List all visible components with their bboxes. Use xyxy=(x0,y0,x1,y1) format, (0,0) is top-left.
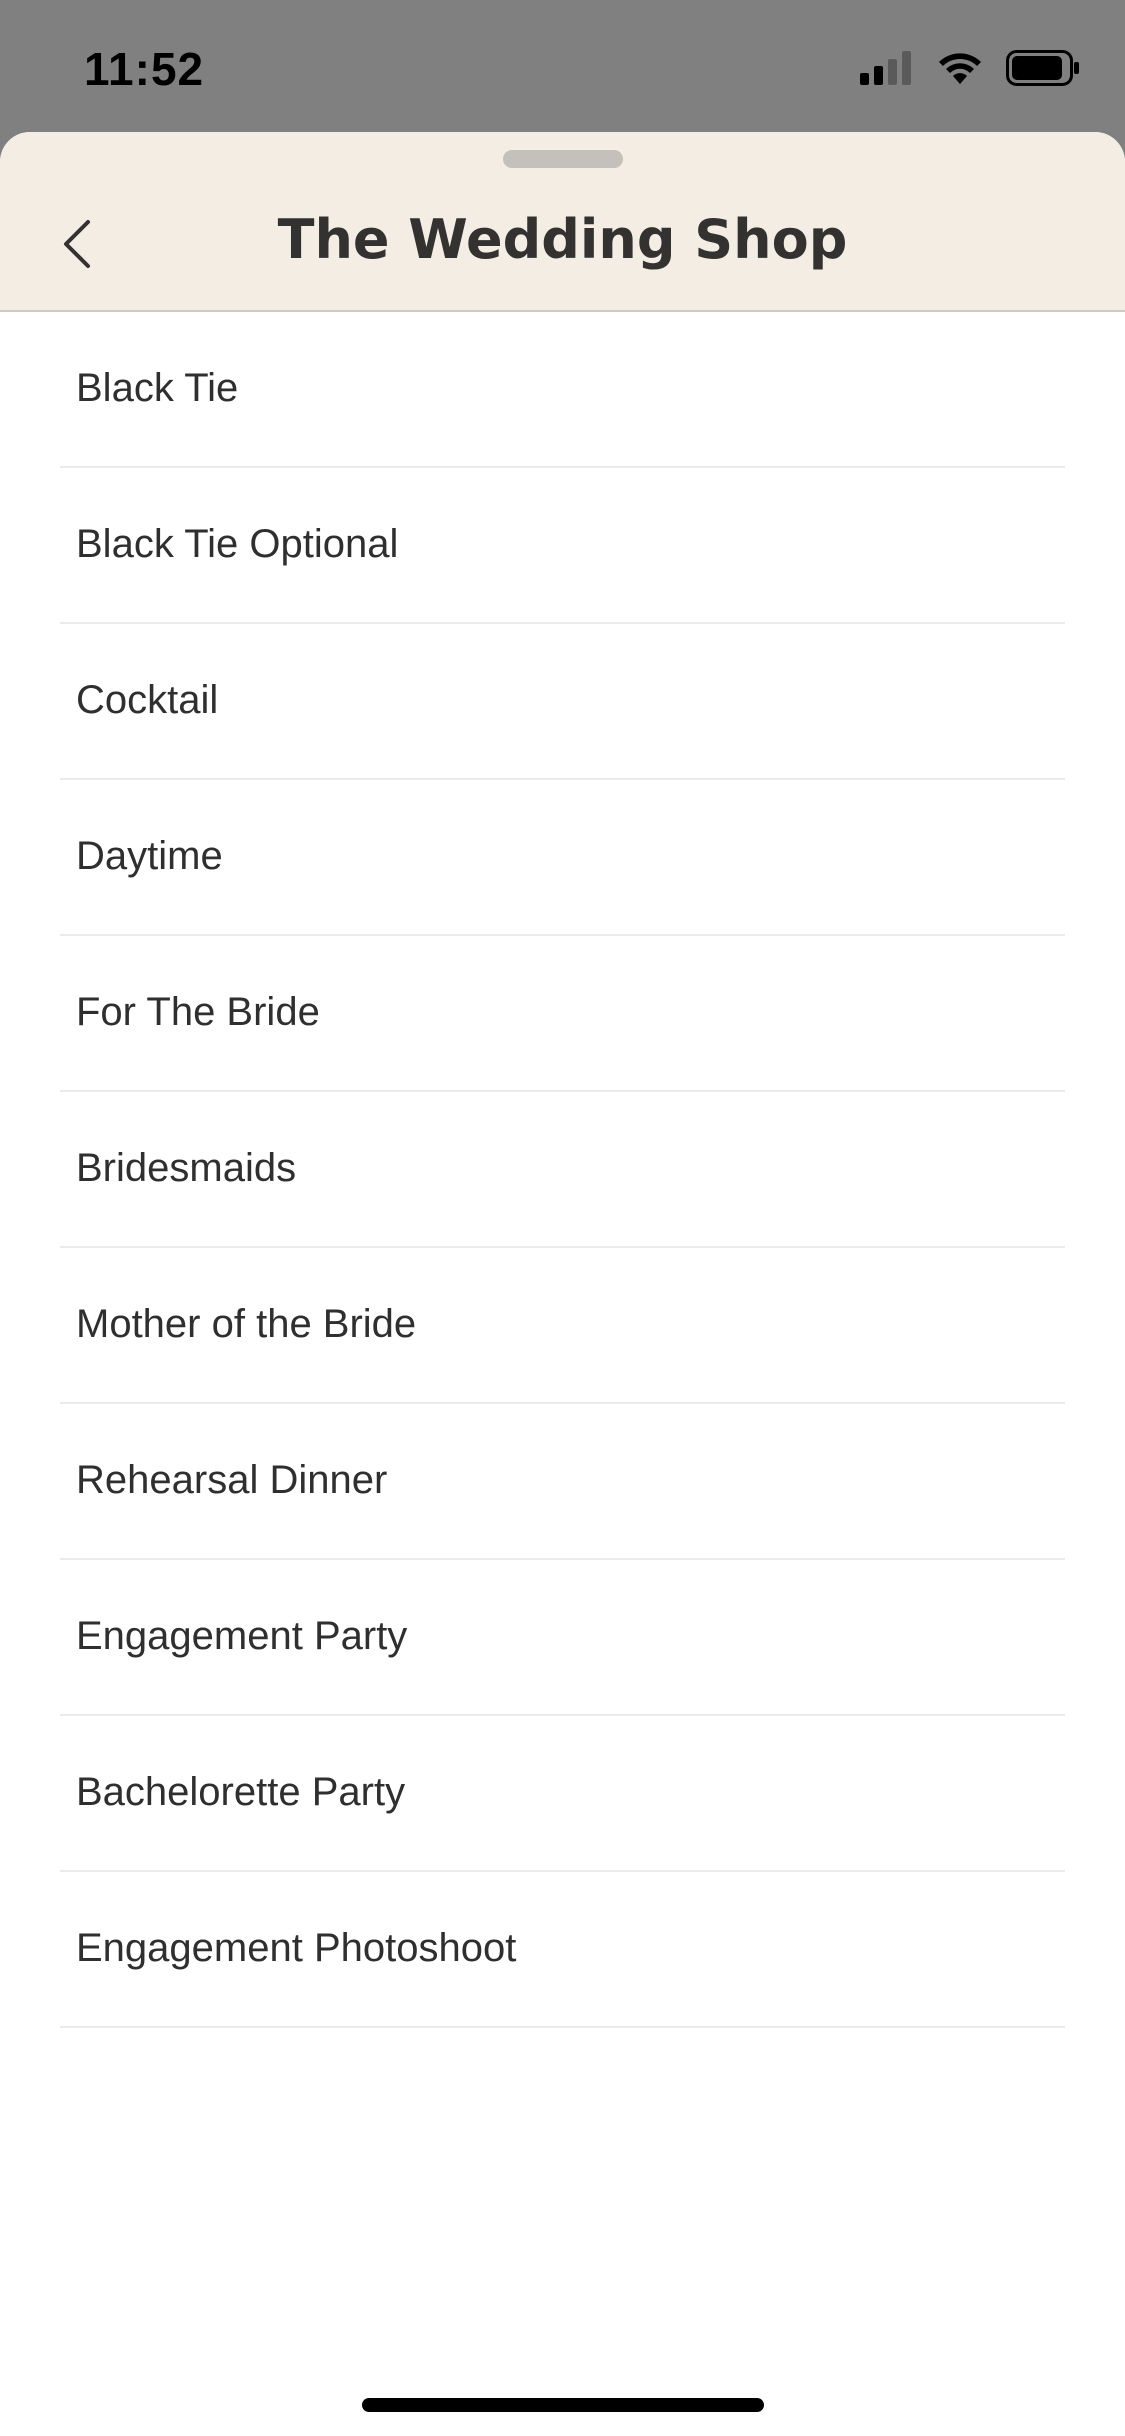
page-title: The Wedding Shop xyxy=(277,208,848,271)
sheet-header: The Wedding Shop xyxy=(0,132,1125,312)
list-item[interactable]: Cocktail xyxy=(0,624,1125,780)
list-item[interactable]: Daytime xyxy=(0,780,1125,936)
wifi-icon xyxy=(936,50,984,91)
home-indicator[interactable] xyxy=(362,2398,764,2412)
list-item-label: Rehearsal Dinner xyxy=(76,1458,388,1502)
status-time: 11:52 xyxy=(84,43,205,95)
sheet-grabber[interactable] xyxy=(503,150,623,168)
list-item-label: Mother of the Bride xyxy=(76,1302,417,1346)
battery-icon xyxy=(1006,50,1080,91)
list-item-label: Cocktail xyxy=(76,678,219,722)
list-item[interactable]: Black Tie Optional xyxy=(0,468,1125,624)
list-item-label: Bridesmaids xyxy=(76,1146,297,1190)
list-item[interactable]: For The Bride xyxy=(0,936,1125,1092)
list-item[interactable]: Bridesmaids xyxy=(0,1092,1125,1248)
list-item-label: Black Tie xyxy=(76,366,239,410)
status-bar: 11:52 xyxy=(0,0,1125,132)
occasion-list: Black Tie Black Tie Optional Cocktail Da… xyxy=(0,312,1125,2028)
list-item-label: Engagement Party xyxy=(76,1614,408,1658)
modal-sheet: The Wedding Shop Black Tie Black Tie Opt… xyxy=(0,132,1125,2436)
cellular-signal-icon xyxy=(860,51,914,90)
list-item-label: Daytime xyxy=(76,834,223,878)
list-item[interactable]: Black Tie xyxy=(0,312,1125,468)
list-item[interactable]: Engagement Photoshoot xyxy=(0,1872,1125,2028)
list-item[interactable]: Rehearsal Dinner xyxy=(0,1404,1125,1560)
list-item[interactable]: Engagement Party xyxy=(0,1560,1125,1716)
list-item[interactable]: Mother of the Bride xyxy=(0,1248,1125,1404)
list-item-label: Bachelorette Party xyxy=(76,1770,406,1814)
list-item-label: Engagement Photoshoot xyxy=(76,1926,517,1970)
list-item[interactable]: Bachelorette Party xyxy=(0,1716,1125,1872)
list-item-label: Black Tie Optional xyxy=(76,522,399,566)
list-item-label: For The Bride xyxy=(76,990,320,1034)
status-icons xyxy=(838,50,1080,91)
